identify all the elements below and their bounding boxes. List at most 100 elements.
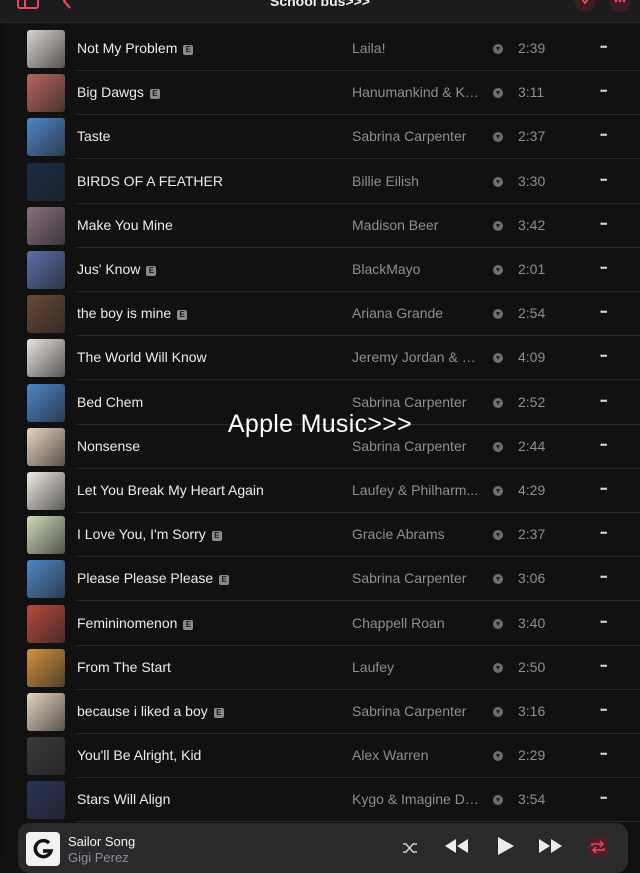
album-artwork[interactable] [27,251,65,289]
album-artwork[interactable] [27,30,65,68]
song-duration: 3:54 [518,791,546,808]
song-duration: 2:39 [518,40,546,56]
song-row[interactable]: From The Start Laufey 2:50 ••• [0,646,640,690]
explicit-badge: E [183,45,194,55]
song-title-text: Let You Break My Heart Again [77,482,264,498]
shuffle-icon[interactable] [402,841,418,860]
album-artwork[interactable] [27,516,65,555]
song-row[interactable]: Taste Sabrina Carpenter 2:37 ••• [0,115,640,160]
rewind-icon[interactable] [444,838,470,859]
album-artwork[interactable] [27,648,65,687]
download-button[interactable] [574,0,596,12]
song-more-icon[interactable]: ••• [600,263,608,273]
album-artwork[interactable] [27,472,65,510]
explicit-badge: E [177,310,188,321]
song-more-icon[interactable]: ••• [600,528,608,538]
fast-forward-icon[interactable] [538,838,564,859]
song-row[interactable]: Make You Mine Madison Beer 3:42 ••• [0,204,640,248]
song-more-icon[interactable]: ••• [600,351,608,361]
song-more-icon[interactable]: ••• [600,793,608,803]
song-title-text: because i liked a boy [77,703,208,719]
downloaded-icon [493,486,503,496]
song-more-icon[interactable]: ••• [600,219,608,229]
song-artist: Laila! [352,40,386,56]
song-title: Please Please Please E [77,570,230,587]
song-more-icon[interactable]: ••• [600,307,608,317]
song-title-text: BIRDS OF A FEATHER [77,172,223,189]
downloaded-icon [493,132,503,143]
song-more-icon[interactable]: ••• [600,42,608,52]
song-more-icon[interactable]: ••• [600,617,608,627]
song-artist: Kygo & Imagine Dr... [352,791,480,808]
downloaded-icon [493,265,503,275]
song-title-text: the boy is mine [77,305,172,322]
song-row[interactable]: You'll Be Alright, Kid Alex Warren 2:29 ••• [0,734,640,779]
downloaded-icon [493,441,503,452]
song-row[interactable]: Jus' Know E BlackMayo 2:01 ••• [0,248,640,292]
song-row[interactable]: Femininomenon E Chappell Roan 3:40 ••• [0,602,640,646]
song-duration: 2:50 [518,658,546,675]
downloaded-icon [493,176,503,187]
song-title-text: Bed Chem [77,393,144,410]
song-artist: Sabrina Carpenter [352,570,467,587]
song-more-icon[interactable]: ••• [600,440,608,450]
song-more-icon[interactable]: ••• [600,749,608,759]
downloaded-icon [493,530,503,541]
song-row[interactable]: Let You Break My Heart Again Laufey & Phi… [0,469,640,513]
download-arrow-icon [581,0,589,5]
song-duration: 3:06 [518,570,546,587]
song-title-text: Make You Mine [77,216,173,233]
song-artist: Sabrina Carpenter [352,393,467,410]
album-artwork[interactable] [27,781,65,820]
album-artwork[interactable] [27,604,65,643]
album-artwork[interactable] [27,162,65,201]
album-artwork[interactable] [27,339,65,378]
song-row[interactable]: Stars Will Align Kygo & Imagine Dr... 3:54… [0,778,640,822]
album-artwork[interactable] [27,693,65,731]
downloaded-icon [493,88,503,99]
explicit-badge: E [213,708,224,718]
song-more-icon[interactable]: ••• [600,86,608,96]
more-options-button[interactable] [609,0,631,12]
song-more-icon[interactable]: ••• [600,175,608,185]
song-title: Jus' Know E [77,261,157,277]
downloaded-icon [493,618,503,629]
album-artwork[interactable] [27,74,65,113]
song-more-icon[interactable]: ••• [600,130,608,140]
song-row[interactable]: Not My Problem E Laila! 2:39 ••• [0,27,640,71]
song-more-icon[interactable]: ••• [600,396,608,406]
album-artwork[interactable] [27,295,65,334]
album-artwork[interactable] [27,206,65,245]
song-row[interactable]: Big Dawgs E Hanumankind & Ka... 3:11 ••• [0,71,640,116]
play-icon[interactable] [497,836,515,861]
song-row[interactable]: because i liked a boy E Sabrina Carpenter 3… [0,690,640,734]
album-artwork[interactable] [27,560,65,599]
song-row[interactable]: The World Will Know Jeremy Jordan & N... 4… [0,336,640,381]
album-artwork[interactable] [27,737,65,776]
now-playing-artwork[interactable] [26,832,60,866]
song-more-icon[interactable]: ••• [600,572,608,582]
song-title: the boy is mine E [77,305,188,322]
song-row[interactable]: I Love You, I'm Sorry E Gracie Abrams 2:37 •… [0,513,640,558]
downloaded-icon [493,309,503,320]
song-more-icon[interactable]: ••• [600,484,608,494]
song-title-text: Please Please Please [77,570,214,587]
album-art-logo-icon [33,838,54,859]
song-title-text: You'll Be Alright, Kid [77,747,202,764]
ellipsis-icon [614,0,626,3]
song-more-icon[interactable]: ••• [600,705,608,715]
song-row[interactable]: the boy is mine E Ariana Grande 2:54 ••• [0,292,640,337]
explicit-badge: E [146,266,157,276]
song-artist: Jeremy Jordan & N... [352,349,480,366]
song-row[interactable]: BIRDS OF A FEATHER Billie Eilish 3:30 ••• [0,160,640,204]
repeat-button[interactable] [587,837,609,862]
song-row[interactable]: Please Please Please E Sabrina Carpenter 3:… [0,557,640,602]
song-title: I Love You, I'm Sorry E [77,526,222,542]
album-artwork[interactable] [27,118,65,157]
song-artist: Alex Warren [352,747,429,764]
song-title-text: Not My Problem [77,40,178,56]
now-playing-bar[interactable]: Sailor Song Gigi Perez [18,823,628,873]
song-more-icon[interactable]: ••• [600,661,608,671]
song-duration: 3:40 [518,614,546,631]
song-title: The World Will Know [77,349,207,365]
